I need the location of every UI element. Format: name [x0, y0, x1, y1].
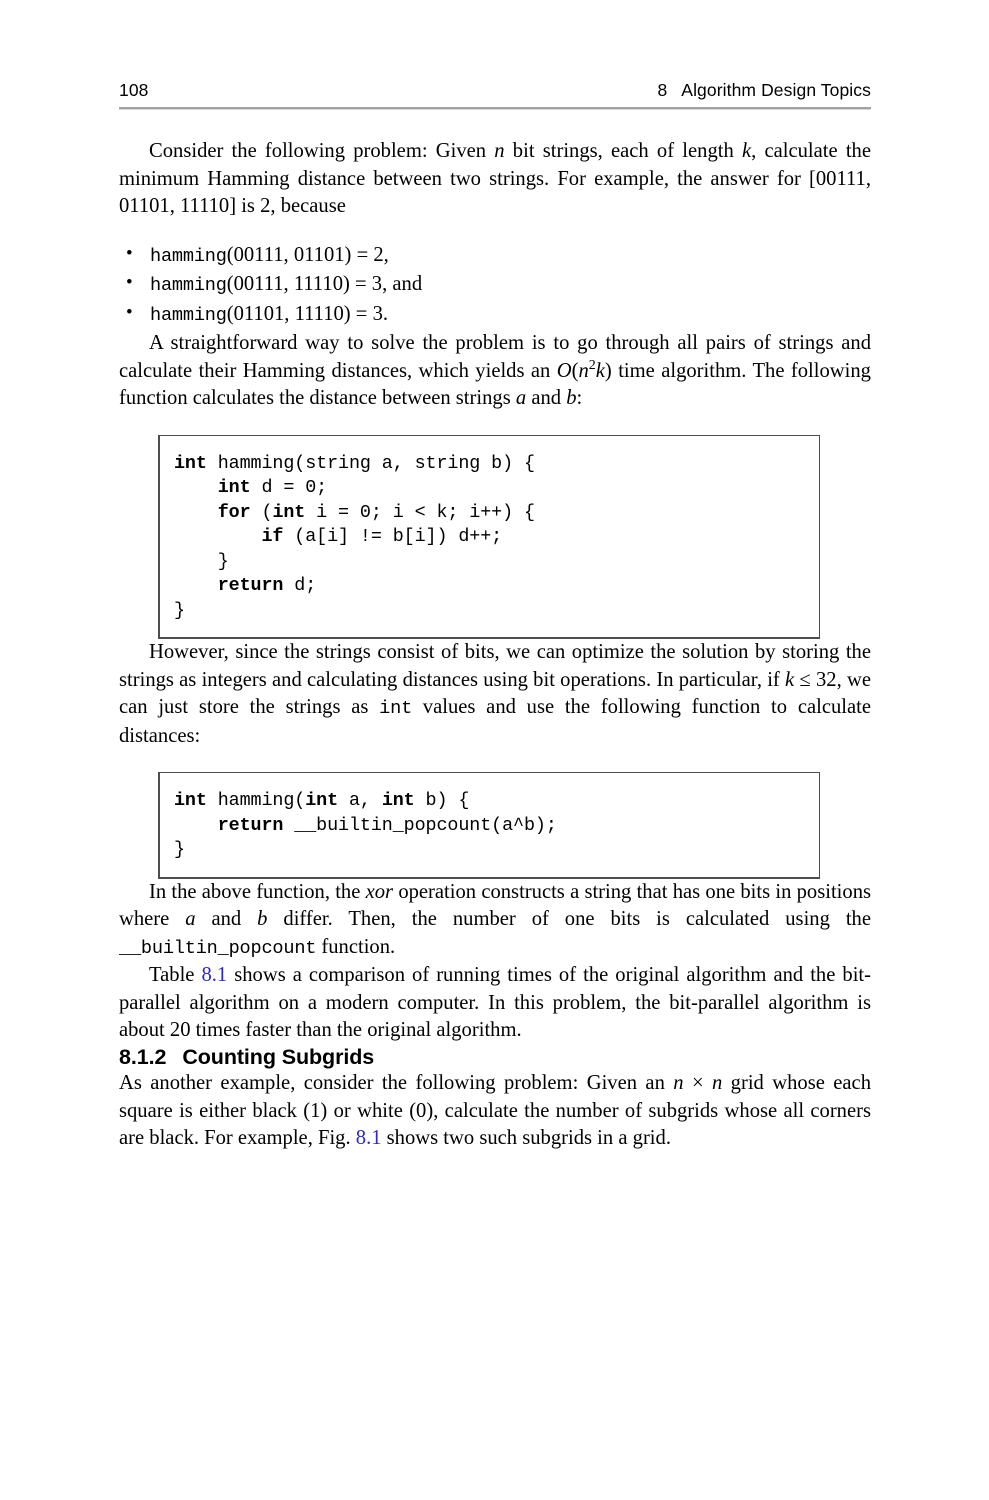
p4-var-a: a [185, 908, 196, 931]
bullet-2-args: (01101, 11110) [226, 302, 351, 325]
chapter-title: Algorithm Design Topics [681, 80, 871, 100]
bullet-2-fn: hamming [150, 304, 227, 326]
p3-seg1: However, since the strings consist of bi… [119, 640, 871, 691]
code-keyword: int [272, 501, 306, 523]
code-text: b) { [414, 790, 470, 812]
p2-seg4: : [576, 387, 583, 410]
p4-seg1: In the above function, the [149, 880, 366, 903]
p6-var-n1: n [673, 1072, 684, 1095]
paragraph-xor: In the above function, the xor operation… [119, 879, 871, 963]
code-listing: int hamming(int a, int b) { return __bui… [174, 789, 819, 862]
code-keyword: return [217, 575, 284, 597]
code-keyword: if [261, 526, 284, 548]
header-rule [119, 107, 871, 110]
p4-seg3: and [195, 908, 258, 931]
p4-xor: xor [365, 880, 394, 903]
bullet-1-fn: hamming [150, 275, 227, 297]
code-keyword: int [174, 453, 207, 475]
page-content: 108 8 Algorithm Design Topics Consider t… [119, 80, 871, 1153]
page-number: 108 [119, 80, 149, 100]
paragraph-intro: Consider the following problem: Given n … [119, 138, 871, 221]
p1-var-n: n [494, 140, 505, 162]
code-text: d; [283, 575, 317, 597]
p1-var-k: k [741, 140, 752, 162]
chapter-number: 8 [657, 80, 668, 100]
p3-var-k: k [785, 668, 795, 691]
code-text: __builtin_popcount(a^b); [283, 814, 557, 836]
running-head: 108 8 Algorithm Design Topics [119, 80, 871, 101]
code-text: } [174, 599, 185, 621]
p2-var-a: a [515, 387, 527, 410]
code-text: } [217, 550, 229, 572]
code-text: a, [338, 790, 382, 812]
code-block-hamming-popcount: int hamming(int a, int b) { return __bui… [158, 772, 820, 879]
code-text: hamming(string a, string b) { [206, 453, 535, 475]
section-title: Counting Subgrids [182, 1045, 375, 1070]
bullet-0-args: (00111, 01101) [226, 243, 352, 266]
code-keyword: int [174, 790, 207, 812]
bullet-0-fn: hamming [150, 245, 227, 267]
code-keyword: int [217, 477, 251, 499]
figure-reference-link[interactable]: 8.1 [356, 1127, 382, 1149]
p6-var-n2: n [711, 1072, 723, 1095]
code-listing: int hamming(string a, string b) { int d … [174, 452, 819, 623]
code-text: } [174, 839, 185, 861]
paragraph-however: However, since the strings consist of bi… [119, 639, 871, 750]
p6-seg1: As another example, consider the followi… [119, 1072, 674, 1095]
bullet-2-result: = 3. [350, 302, 389, 325]
p4-seg5: function. [316, 935, 396, 958]
code-keyword: for [217, 501, 251, 523]
document-page: 108 8 Algorithm Design Topics Consider t… [0, 0, 989, 1500]
list-item: hamming(01101, 11110) = 3. [119, 300, 871, 330]
p1-seg1: Consider the following problem: Given [149, 140, 495, 162]
bullet-0-result: = 2, [351, 243, 389, 266]
p2-seg3: and [526, 387, 567, 410]
p6-seg2: × [683, 1072, 712, 1095]
code-text: hamming( [206, 790, 306, 812]
bullet-1-args: (00111, 11110) [226, 273, 350, 296]
p2-exponent: 2 [588, 358, 596, 374]
code-keyword: int [381, 790, 415, 812]
code-text: ( [250, 501, 273, 523]
code-text: d = 0; [250, 477, 328, 499]
hamming-examples-list: hamming(00111, 01101) = 2, hamming(00111… [119, 241, 871, 330]
list-item: hamming(00111, 01101) = 2, [119, 241, 871, 271]
code-keyword: return [217, 814, 284, 836]
section-number: 8.1.2 [119, 1045, 167, 1070]
p2-var-k: k [595, 359, 605, 382]
section-heading: 8.1.2 Counting Subgrids [119, 1045, 871, 1070]
code-text: (a[i] != b[i]) d++; [283, 526, 503, 548]
p1-seg2: bit strings, each of length [504, 140, 742, 162]
p2-big-o: O [556, 359, 572, 382]
p6-seg4: shows two such subgrids in a grid. [381, 1127, 671, 1150]
paragraph-subgrids: As another example, consider the followi… [119, 1070, 871, 1153]
p3-code-int: int [379, 698, 413, 720]
list-item: hamming(00111, 11110) = 3, and [119, 270, 871, 300]
code-block-hamming-string: int hamming(string a, string b) { int d … [158, 435, 820, 639]
running-head-right: 8 Algorithm Design Topics [657, 80, 871, 101]
code-text: i = 0; i < k; i++) { [305, 501, 535, 523]
table-reference-link[interactable]: 8.1 [201, 964, 227, 986]
p4-code-popcount: __builtin_popcount [119, 937, 317, 959]
p5-seg1: Table [149, 964, 202, 987]
p5-seg2: shows a comparison of running times of t… [119, 964, 871, 1042]
p4-var-b: b [257, 908, 268, 931]
bullet-1-result: = 3, and [349, 273, 423, 296]
p2-paren-close: ) [604, 359, 612, 382]
p4-seg4: differ. Then, the number of one bits is … [267, 908, 871, 931]
code-keyword: int [305, 790, 339, 812]
p2-var-n: n [578, 359, 589, 382]
paragraph-table-ref: Table 8.1 shows a comparison of running … [119, 962, 871, 1045]
paragraph-straightforward: A straightforward way to solve the probl… [119, 330, 871, 413]
p2-var-b: b [566, 387, 577, 410]
